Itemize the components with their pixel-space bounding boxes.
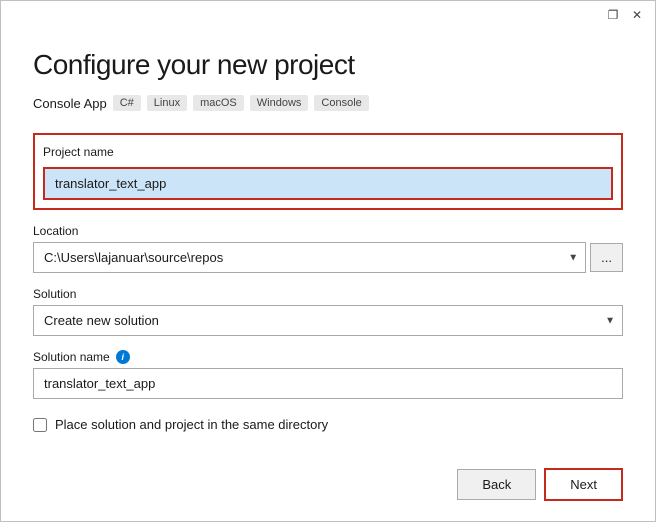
location-select[interactable]: C:\Users\lajanuar\source\repos xyxy=(33,242,586,273)
title-bar: ❐ ✕ xyxy=(1,1,655,29)
location-row: C:\Users\lajanuar\source\repos ▼ ... xyxy=(33,242,623,273)
tag-macos: macOS xyxy=(193,95,244,111)
solution-select-wrapper: Create new solution Add to solution Put … xyxy=(33,305,623,336)
location-select-wrapper: C:\Users\lajanuar\source\repos ▼ xyxy=(33,242,586,273)
tag-csharp: C# xyxy=(113,95,141,111)
solution-field-group: Solution Create new solution Add to solu… xyxy=(33,287,623,336)
project-name-field-group: Project name xyxy=(33,133,623,210)
solution-name-info-icon[interactable]: i xyxy=(116,350,130,364)
content-area: Configure your new project Console App C… xyxy=(1,29,655,452)
main-window: ❐ ✕ Configure your new project Console A… xyxy=(0,0,656,522)
close-button[interactable]: ✕ xyxy=(629,7,645,23)
next-button[interactable]: Next xyxy=(544,468,623,501)
solution-label: Solution xyxy=(33,287,623,301)
tag-windows: Windows xyxy=(250,95,309,111)
same-directory-checkbox-row: Place solution and project in the same d… xyxy=(33,417,623,432)
tag-console: Console xyxy=(314,95,368,111)
form: Project name Location C:\Users\lajanuar\… xyxy=(33,133,623,432)
solution-name-label-row: Solution name i xyxy=(33,350,623,364)
solution-select[interactable]: Create new solution Add to solution Put … xyxy=(33,305,623,336)
tag-linux: Linux xyxy=(147,95,187,111)
location-field-group: Location C:\Users\lajanuar\source\repos … xyxy=(33,224,623,273)
solution-name-label: Solution name xyxy=(33,350,110,364)
app-type-label: Console App xyxy=(33,96,107,111)
footer: Back Next xyxy=(1,452,655,521)
project-name-highlighted-box: Project name xyxy=(33,133,623,210)
page-title: Configure your new project xyxy=(33,49,623,81)
same-directory-label: Place solution and project in the same d… xyxy=(55,417,328,432)
project-name-label: Project name xyxy=(43,145,114,159)
browse-button[interactable]: ... xyxy=(590,243,623,272)
back-button[interactable]: Back xyxy=(457,469,536,500)
project-name-input[interactable] xyxy=(43,167,613,200)
restore-button[interactable]: ❐ xyxy=(605,7,621,23)
location-label: Location xyxy=(33,224,623,238)
solution-name-input[interactable] xyxy=(33,368,623,399)
same-directory-checkbox[interactable] xyxy=(33,418,47,432)
subtitle-row: Console App C# Linux macOS Windows Conso… xyxy=(33,95,623,111)
solution-name-field-group: Solution name i xyxy=(33,350,623,399)
